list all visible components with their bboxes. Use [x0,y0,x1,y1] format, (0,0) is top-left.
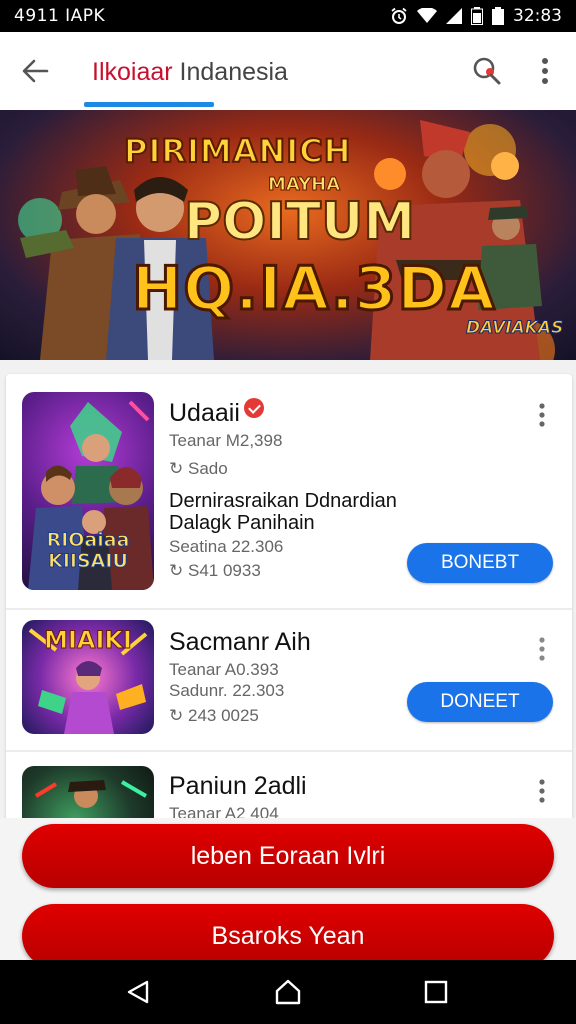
game-meta-downloads-text: 243 0025 [187,706,259,725]
banner-headline-4: HQ.IA.3DA [131,253,497,326]
overflow-menu-button[interactable] [530,54,560,88]
primary-action-button[interactable]: leben Eoraan Ivlri [22,824,554,888]
triangle-back-icon [127,980,149,1004]
app-title: Ilkoiaar Indanesia [92,58,288,87]
signal-icon [446,8,462,24]
more-vert-icon [539,779,545,803]
nav-back-button[interactable] [120,974,156,1010]
game-description-line-1: Dernirasraikan Ddnardian [169,490,397,512]
home-icon [275,979,301,1005]
back-button[interactable] [18,54,52,88]
status-bar: 4911 IAPK 32:83 [0,0,576,32]
nav-home-button[interactable] [270,974,306,1010]
wifi-icon [417,8,437,24]
game-thumbnail-text: RIOaiaa KIISAIU [46,529,130,572]
tab-indicator [84,102,214,107]
game-meta-studio: ↻ Sado [169,459,228,479]
game-meta-downloads: ↻ 243 0025 [169,706,259,726]
promo-banner[interactable]: PIRIMANICH MAYHA POITUM HQ.IA.3DA DAVIAK… [0,110,576,360]
verified-badge-icon [243,398,264,418]
app-title-rest: Indanesia [172,58,288,86]
game-description-line-2: Dalagk Panihain [169,512,315,534]
game-meta-downloads: ↻ S41 0933 [169,561,261,581]
game-title: Udaaii [169,398,264,428]
status-time: 32:83 [513,6,562,26]
game-meta-size: Sadunr. 22.303 [169,681,285,700]
more-vert-icon [542,58,548,84]
game-title: Paniun 2adli [169,772,307,800]
download-count-icon: ↻ [169,561,184,580]
screen: 4911 IAPK 32:83 Ilkoiaar Indanesia PIRIM… [0,0,576,1024]
item-menu-button[interactable] [532,634,552,664]
banner-headline-3: POITUM [183,191,416,253]
game-meta-rating: Teanar M2,398 [169,431,283,450]
app-bar: Ilkoiaar Indanesia [0,32,576,110]
banner-headline-1: PIRIMANICH [123,131,352,171]
game-action-button[interactable]: BONEBT [407,543,553,583]
game-description: Dernirasraikan Ddnardian Dalagk Panihain [169,490,559,534]
system-nav-bar [0,960,576,1024]
download-count-icon: ↻ [169,706,184,725]
battery-icon [471,7,483,25]
game-meta-size: Seatina 22.306 [169,537,284,556]
secondary-action-button[interactable]: Bsaroks Yean [22,904,554,968]
alarm-icon [390,7,408,25]
status-icons: 32:83 [390,6,562,26]
list-divider [6,750,572,752]
game-title-text: Udaaii [169,399,240,427]
more-vert-icon [539,637,545,661]
app-title-brand: Ilkoiaar [92,58,173,86]
arrow-left-icon [22,59,49,83]
banner-logo: DAVIAKAS [465,318,564,339]
game-meta-downloads-text: S41 0933 [187,561,261,580]
item-menu-button[interactable] [532,776,552,806]
list-divider [6,608,572,610]
game-thumbnail[interactable]: MIAIKI [22,620,154,734]
battery-level-icon [492,7,504,25]
more-vert-icon [539,403,545,427]
game-thumbnail[interactable]: RIOaiaa KIISAIU [22,392,154,590]
item-menu-button[interactable] [532,400,552,430]
game-meta-studio-text: Sado [187,459,228,478]
game-action-button[interactable]: DONEET [407,682,553,722]
game-title: Sacmanr Aih [169,628,311,656]
search-button[interactable] [470,54,504,88]
search-icon [473,57,501,85]
square-recents-icon [424,980,448,1004]
game-meta-rating: Teanar A0.393 [169,660,279,679]
download-count-icon: ↻ [169,459,184,478]
nav-recents-button[interactable] [418,974,454,1010]
game-list: RIOaiaa KIISAIU Udaaii Teanar M2,398 ↻ S… [6,374,572,844]
status-left-text: 4911 IAPK [14,6,106,26]
game-thumbnail-text: MIAIKI [44,626,133,655]
